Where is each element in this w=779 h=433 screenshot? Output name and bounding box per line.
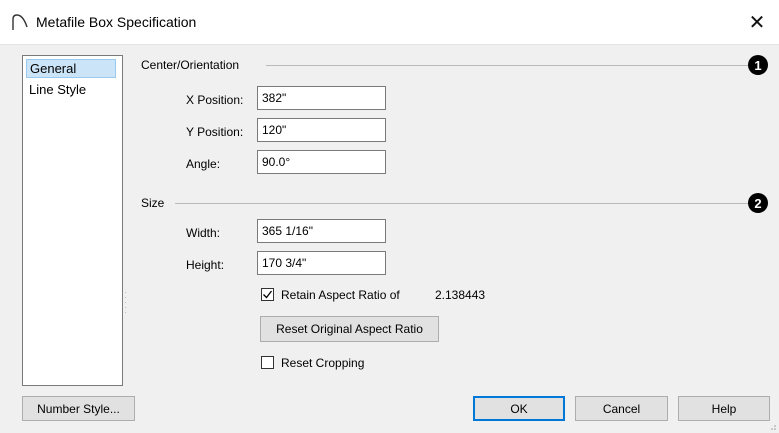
y-position-input[interactable]: [257, 118, 386, 142]
category-list[interactable]: General Line Style: [22, 55, 123, 386]
group-divider: [266, 65, 750, 66]
y-position-label: Y Position:: [186, 125, 244, 139]
cancel-button[interactable]: Cancel: [575, 396, 668, 421]
group-divider: [175, 203, 750, 204]
callout-badge-1: 1: [748, 55, 768, 75]
checkbox-checked-icon: [263, 290, 273, 299]
aspect-ratio-value: 2.138443: [435, 288, 486, 302]
sidebar-item-line-style[interactable]: Line Style: [26, 80, 116, 99]
width-input[interactable]: [257, 219, 386, 243]
angle-label: Angle:: [186, 157, 221, 171]
splitter-grip[interactable]: · · · · ·: [124, 288, 127, 317]
reset-cropping-label[interactable]: Reset Cropping: [281, 356, 364, 370]
callout-badge-2: 2: [748, 193, 768, 213]
height-label: Height:: [186, 258, 225, 272]
retain-aspect-label[interactable]: Retain Aspect Ratio of: [281, 288, 400, 302]
center-orientation-group-label: Center/Orientation: [141, 58, 240, 72]
number-style-button[interactable]: Number Style...: [22, 396, 135, 421]
ok-button[interactable]: OK: [473, 396, 565, 421]
dialog-title: Metafile Box Specification: [36, 14, 197, 30]
title-bar: Metafile Box Specification ✕: [0, 0, 779, 45]
reset-cropping-checkbox[interactable]: [261, 356, 274, 369]
angle-input[interactable]: [257, 150, 386, 174]
x-position-input[interactable]: [257, 86, 386, 110]
retain-aspect-checkbox[interactable]: [261, 288, 274, 301]
x-position-label: X Position:: [186, 93, 244, 107]
size-group-label: Size: [141, 196, 165, 210]
resize-grip-icon[interactable]: [767, 421, 777, 431]
reset-aspect-ratio-button[interactable]: Reset Original Aspect Ratio: [260, 316, 439, 342]
sidebar-item-general[interactable]: General: [26, 59, 116, 78]
help-button[interactable]: Help: [678, 396, 770, 421]
close-icon: ✕: [748, 11, 766, 34]
close-button[interactable]: ✕: [735, 0, 779, 44]
width-label: Width:: [186, 226, 221, 240]
height-input[interactable]: [257, 251, 386, 275]
dialog-arch-icon: [12, 14, 28, 30]
